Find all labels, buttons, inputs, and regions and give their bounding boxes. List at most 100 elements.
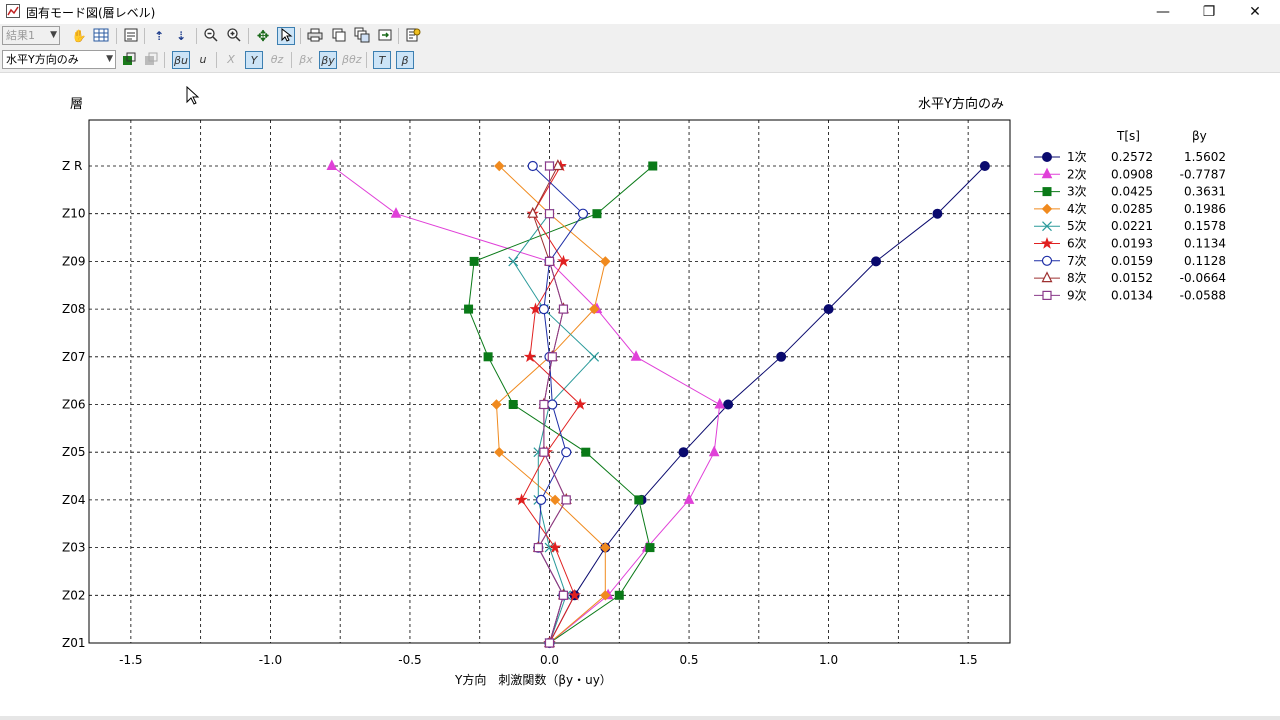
legend-marker <box>1041 203 1053 215</box>
toggle-beta-u-button[interactable]: βu <box>172 51 190 69</box>
legend-period: 0.0134 <box>1111 288 1153 302</box>
data-point <box>544 256 555 266</box>
hand-icon[interactable]: ✋ <box>70 27 88 45</box>
minimize-button[interactable]: — <box>1140 0 1186 24</box>
layers-icon[interactable] <box>142 51 160 69</box>
report-icon[interactable] <box>404 27 422 45</box>
data-point <box>536 494 547 505</box>
legend-period: 0.0908 <box>1111 167 1153 181</box>
legend-period: 0.0425 <box>1111 185 1153 199</box>
window-bottom-edge <box>0 716 1280 720</box>
data-point <box>527 160 538 172</box>
arrow-up-icon[interactable]: ⇡ <box>150 27 168 45</box>
data-point <box>581 447 591 457</box>
legend-period: 0.0152 <box>1111 271 1153 285</box>
direction-select-value: 水平Y方向のみ <box>6 53 79 66</box>
maximize-button[interactable]: ❐ <box>1186 0 1232 24</box>
y-tick-label: Z09 <box>62 254 86 268</box>
page-icon[interactable] <box>122 27 140 45</box>
legend-beta: -0.0588 <box>1180 288 1226 302</box>
toggle-beta-x-button[interactable]: βx <box>297 51 315 69</box>
legend-period: 0.0159 <box>1111 254 1153 268</box>
data-point <box>544 209 555 219</box>
mouse-cursor-icon <box>186 86 200 105</box>
toggle-beta-toggle-button[interactable]: β <box>396 51 414 69</box>
data-point <box>483 352 493 362</box>
data-point <box>678 447 689 458</box>
result-select[interactable]: 結果1 ▼ <box>2 26 60 45</box>
legend-beta: 0.1986 <box>1184 202 1226 216</box>
x-tick-label: 1.5 <box>959 653 978 667</box>
legend-header-beta: βy <box>1192 129 1207 143</box>
toggle-theta-z-button[interactable]: θz <box>268 51 286 69</box>
data-point <box>547 352 557 362</box>
legend-beta: 0.1134 <box>1184 237 1226 251</box>
toggle-beta-y-button[interactable]: βy <box>319 51 337 69</box>
data-point <box>544 638 555 648</box>
refresh-icon[interactable] <box>120 51 138 69</box>
print-icon[interactable] <box>306 27 324 45</box>
legend-marker <box>1041 167 1053 179</box>
pointer-icon[interactable] <box>277 27 295 45</box>
x-tick-label: -1.5 <box>119 653 142 667</box>
y-tick-label: Z02 <box>62 588 86 602</box>
data-point <box>776 351 787 362</box>
toggle-u-button[interactable]: u <box>194 51 212 69</box>
data-point <box>645 543 655 553</box>
toggle-x-axis-button[interactable]: X <box>222 51 240 69</box>
toggle-beta-theta-z-button[interactable]: βθz <box>342 51 362 69</box>
x-tick-label: 0.5 <box>679 653 698 667</box>
legend-series-name: 3次 <box>1067 185 1087 199</box>
legend-beta: 0.1128 <box>1184 254 1226 268</box>
legend-beta: -0.7787 <box>1180 167 1226 181</box>
data-point <box>634 495 644 505</box>
y-tick-label: Z06 <box>62 398 86 412</box>
title-bar: 固有モード図(層レベル) — ❐ ✕ <box>0 0 1280 24</box>
data-point <box>464 304 474 314</box>
legend-series-name: 2次 <box>1067 167 1087 181</box>
window-title: 固有モード図(層レベル) <box>26 6 156 20</box>
legend-marker <box>1042 187 1052 197</box>
data-point <box>932 208 943 219</box>
direction-select[interactable]: 水平Y方向のみ ▼ <box>2 50 116 69</box>
arrow-down-icon[interactable]: ⇣ <box>172 27 190 45</box>
data-point <box>871 256 882 267</box>
x-tick-label: 0.0 <box>540 653 559 667</box>
y-axis-label: 層 <box>70 97 83 112</box>
copy-multi-icon[interactable] <box>353 27 371 45</box>
close-button[interactable]: ✕ <box>1232 0 1278 24</box>
zoom-in-icon[interactable] <box>225 27 243 45</box>
y-tick-label: Z07 <box>62 350 86 364</box>
legend-series-name: 9次 <box>1067 288 1087 302</box>
data-point <box>979 161 990 171</box>
move-icon[interactable]: ✥ <box>254 27 272 45</box>
data-point <box>558 304 569 314</box>
result-select-value: 結果1 <box>6 29 35 42</box>
toggle-text-toggle-button[interactable]: T <box>373 51 391 69</box>
data-point <box>538 304 550 315</box>
zoom-out-icon[interactable] <box>202 27 220 45</box>
data-point <box>577 208 589 219</box>
data-point <box>561 447 572 458</box>
chevron-down-icon: ▼ <box>50 30 57 40</box>
app-chart-icon <box>6 4 20 18</box>
data-point <box>547 399 558 410</box>
grid-icon[interactable] <box>92 27 110 45</box>
legend-series-name: 7次 <box>1067 254 1087 268</box>
legend-series-name: 6次 <box>1067 237 1087 251</box>
legend-beta: 0.3631 <box>1184 185 1226 199</box>
x-axis-label: Y方向 刺激関数（βy・uy） <box>454 672 612 687</box>
export-icon[interactable] <box>376 27 394 45</box>
legend-marker <box>1042 152 1052 162</box>
legend-series-name: 8次 <box>1067 271 1087 285</box>
data-point <box>561 495 571 505</box>
y-tick-label: Z08 <box>62 302 86 316</box>
x-tick-label: 1.0 <box>819 653 838 667</box>
data-point <box>648 161 658 171</box>
y-tick-label: Z05 <box>62 445 86 459</box>
toggle-y-axis-button[interactable]: Y <box>245 51 263 69</box>
y-tick-label: Z03 <box>62 541 86 555</box>
data-point <box>539 399 549 410</box>
mode-shape-chart: -1.5 -1.0 -0.5 0.0 0.5 1.0 1.5 Z01 Z02 Z03 Z04 Z05 Z… <box>62 96 1226 687</box>
copy-icon[interactable] <box>330 27 348 45</box>
